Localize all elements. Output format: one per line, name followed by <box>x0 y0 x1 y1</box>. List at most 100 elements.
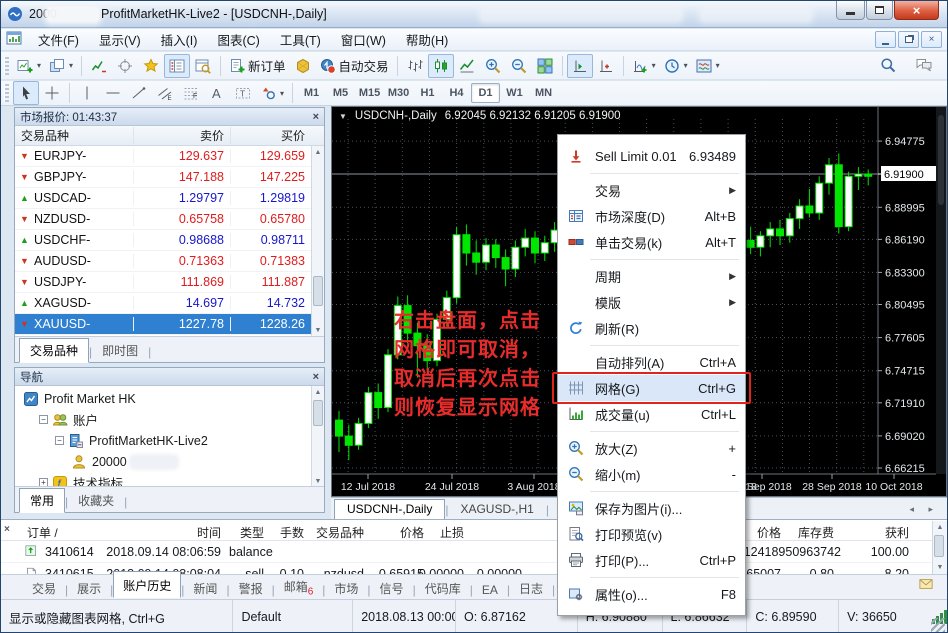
context-menu-item-save-as-picture[interactable]: 保存为图片(i)... <box>558 495 745 521</box>
timeframe-m5-button[interactable]: M5 <box>326 83 355 103</box>
market-watch-row-EURJPY[interactable]: ▼EURJPY-129.637129.659 <box>15 146 324 167</box>
context-menu-item-depth-of-market[interactable]: 市场深度(D)Alt+B <box>558 203 745 229</box>
periods-clock-button[interactable]: ▾ <box>660 54 692 78</box>
history-column-5[interactable]: 交易品种 <box>306 524 364 541</box>
terminal-tab-10[interactable]: EA <box>473 580 507 600</box>
timeframe-h4-button[interactable]: H4 <box>442 83 471 103</box>
fibonacci-button[interactable]: F <box>178 81 204 105</box>
navigator-tab-2[interactable]: 收藏夹 <box>68 489 124 512</box>
market-watch-row-USDCHF[interactable]: ▲USDCHF-0.986880.98711 <box>15 230 324 251</box>
context-menu-item-one-click-trading[interactable]: 单击交易(k)Alt+T <box>558 229 745 255</box>
timeframe-mn-button[interactable]: MN <box>529 83 558 103</box>
terminal-tab-7[interactable]: 市场 <box>325 577 367 600</box>
terminal-tab-11[interactable]: 日志 <box>510 577 552 600</box>
chart-tab-1[interactable]: USDCNH-,Daily <box>334 499 445 519</box>
tab-scroll-arrows[interactable]: ◂ ▸ <box>909 504 939 519</box>
tile-windows-button[interactable] <box>532 54 558 78</box>
navigator-item[interactable]: −账户 <box>15 409 311 430</box>
zoom-out-button[interactable] <box>506 54 532 78</box>
vline-button[interactable] <box>74 81 100 105</box>
menu-item-charts[interactable]: 图表(C) <box>207 28 269 51</box>
close-icon[interactable]: × <box>313 371 319 383</box>
market-watch-row-AUDUSD[interactable]: ▼AUDUSD-0.713630.71383 <box>15 251 324 272</box>
autotrading-button[interactable]: 自动交易 <box>316 54 393 78</box>
market-watch-row-USDCAD[interactable]: ▲USDCAD-1.297971.29819 <box>15 188 324 209</box>
crosshair-target-button[interactable] <box>112 54 138 78</box>
mdi-restore-button[interactable] <box>898 31 919 48</box>
column-ask[interactable]: 买价 <box>230 127 311 144</box>
terminal-tab-6[interactable]: 邮箱6 <box>275 575 323 600</box>
history-column-9[interactable]: 库存费 <box>783 524 834 541</box>
history-column-6[interactable]: 价格 <box>376 524 424 541</box>
context-menu-item-refresh[interactable]: 刷新(R) <box>558 315 745 341</box>
terminal-tab-1[interactable]: 交易 <box>23 577 65 600</box>
menu-item-window[interactable]: 窗口(W) <box>331 28 396 51</box>
maximize-button[interactable] <box>866 1 893 20</box>
timeframe-m15-button[interactable]: M15 <box>355 83 384 103</box>
collapse-icon[interactable]: − <box>39 415 48 424</box>
market-watch-scrollbar[interactable]: ▲ ▼ <box>311 146 324 337</box>
market-watch-tab-1[interactable]: 交易品种 <box>19 338 89 363</box>
context-menu-item-auto-arrange[interactable]: 自动排列(A)Ctrl+A <box>558 349 745 375</box>
favorites-button[interactable] <box>138 54 164 78</box>
context-menu-item-templates[interactable]: 模版▶ <box>558 289 745 315</box>
tick-chart-button[interactable] <box>86 54 112 78</box>
context-menu-item-trade[interactable]: 交易▶ <box>558 177 745 203</box>
market-watch-row-USDJPY[interactable]: ▼USDJPY-111.869111.887 <box>15 272 324 293</box>
terminal-tab-4[interactable]: 新闻 <box>184 577 226 600</box>
market-watch-row-XAGUSD[interactable]: ▲XAGUSD-14.69714.732 <box>15 293 324 314</box>
shift-chart-button[interactable] <box>567 54 593 78</box>
timeframe-m1-button[interactable]: M1 <box>297 83 326 103</box>
chat-button[interactable] <box>911 53 937 77</box>
chart-tab-2[interactable]: XAGUSD-,H1 <box>448 500 545 519</box>
auto-scroll-button[interactable] <box>593 54 619 78</box>
history-column-1[interactable]: 订单 / <box>27 524 97 541</box>
timeframe-d1-button[interactable]: D1 <box>471 83 500 103</box>
terminal-tab-5[interactable]: 警报 <box>230 577 272 600</box>
one-click-arrow-icon[interactable]: ▼ <box>339 112 347 121</box>
context-menu-item-grid[interactable]: 网格(G)Ctrl+G <box>558 375 745 401</box>
expand-icon[interactable]: + <box>39 478 48 486</box>
mdi-close-button[interactable]: × <box>921 31 942 48</box>
menu-item-tools[interactable]: 工具(T) <box>270 28 331 51</box>
timeframe-w1-button[interactable]: W1 <box>500 83 529 103</box>
column-symbol[interactable]: 交易品种 <box>15 127 133 144</box>
bar-chart-button[interactable] <box>402 54 428 78</box>
history-column-7[interactable]: 止损 <box>426 524 464 541</box>
terminal-tab-2[interactable]: 展示 <box>68 577 110 600</box>
label-button[interactable]: T <box>230 81 256 105</box>
timeframe-m30-button[interactable]: M30 <box>384 83 413 103</box>
zoom-in-button[interactable] <box>480 54 506 78</box>
context-menu-item-properties[interactable]: 属性(o)...F8 <box>558 581 745 607</box>
candlestick-button[interactable] <box>428 54 454 78</box>
context-menu-item-print-preview[interactable]: 打印预览(v) <box>558 521 745 547</box>
context-menu-item-zoom-in[interactable]: 放大(Z)+ <box>558 435 745 461</box>
text-button[interactable]: A <box>204 81 230 105</box>
context-menu-item-timeframes[interactable]: 周期▶ <box>558 263 745 289</box>
column-bid[interactable]: 卖价 <box>133 127 230 144</box>
timeframe-h1-button[interactable]: H1 <box>413 83 442 103</box>
shapes-button[interactable]: ▾ <box>256 81 288 105</box>
menu-item-help[interactable]: 帮助(H) <box>396 28 458 51</box>
terminal-scrollbar[interactable]: ▲ ▼ <box>932 521 947 574</box>
context-menu-item-sell-limit[interactable]: Sell Limit 0.016.93489 <box>558 143 745 169</box>
new-chart-button[interactable]: ▾ <box>13 54 45 78</box>
minimize-button[interactable] <box>836 1 865 20</box>
resize-grip[interactable] <box>931 618 945 632</box>
channel-button[interactable]: E <box>152 81 178 105</box>
menu-item-insert[interactable]: 插入(I) <box>151 28 208 51</box>
navigator-item[interactable]: 20000 <box>15 451 311 472</box>
terminal-tab-9[interactable]: 代码库 <box>416 577 470 600</box>
table-row[interactable]: 34106142018.09.14 08:06:59balance1241895… <box>1 542 947 563</box>
data-window-button[interactable] <box>190 54 216 78</box>
mdi-minimize-button[interactable] <box>875 31 896 48</box>
hline-button[interactable] <box>100 81 126 105</box>
terminal-tab-8[interactable]: 信号 <box>371 577 413 600</box>
market-watch-button[interactable] <box>164 54 190 78</box>
history-column-3[interactable]: 类型 <box>224 524 264 541</box>
menu-item-view[interactable]: 显示(V) <box>89 28 151 51</box>
profiles-button[interactable]: ▾ <box>45 54 77 78</box>
templates-button[interactable]: ▾ <box>692 54 724 78</box>
market-watch-tab-2[interactable]: 即时图 <box>92 339 148 362</box>
mail-notification-icon[interactable] <box>919 577 933 594</box>
